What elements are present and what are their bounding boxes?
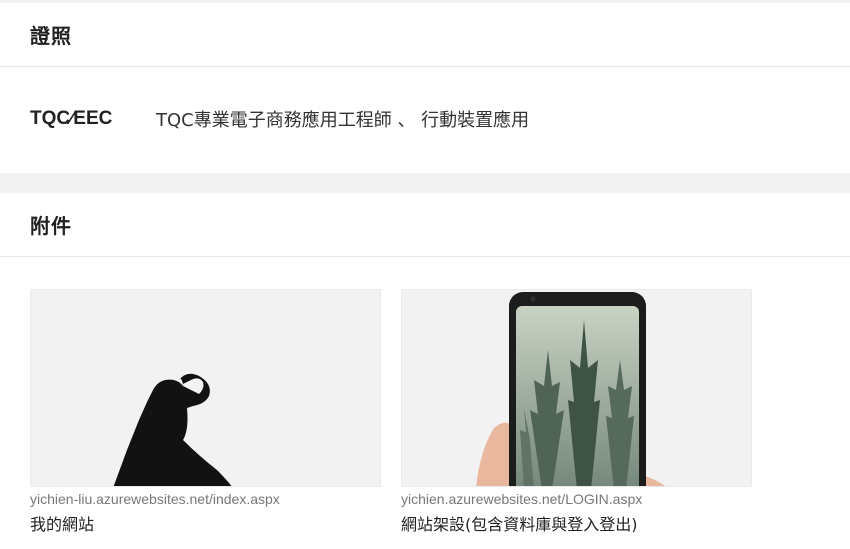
- attachment-url[interactable]: yichien.azurewebsites.net/LOGIN.aspx: [401, 491, 752, 507]
- attachment-list: yichien-liu.azurewebsites.net/index.aspx…: [30, 289, 772, 535]
- certificate-item: TQC∕EEC TQC專業電子商務應用工程師 、 行動裝置應用: [30, 106, 529, 132]
- attachment-title[interactable]: 我的網站: [30, 511, 381, 535]
- silhouette-image: [31, 290, 380, 486]
- attachment-thumbnail-silhouette[interactable]: [30, 289, 381, 487]
- attachments-header: 附件: [0, 193, 850, 257]
- attachment-thumbnail-phone[interactable]: [401, 289, 752, 487]
- certificates-section: 證照 TQC∕EEC TQC專業電子商務應用工程師 、 行動裝置應用: [0, 3, 850, 173]
- attachment-card-website[interactable]: yichien-liu.azurewebsites.net/index.aspx…: [30, 289, 381, 535]
- attachment-url[interactable]: yichien-liu.azurewebsites.net/index.aspx: [30, 491, 381, 507]
- attachment-title[interactable]: 網站架設(包含資料庫與登入登出): [401, 511, 752, 535]
- phone-forest-image: [402, 290, 751, 486]
- certificate-code: TQC∕EEC: [30, 108, 113, 129]
- certificates-title: 證照: [30, 24, 72, 48]
- attachments-title: 附件: [30, 214, 72, 238]
- certificate-description: TQC專業電子商務應用工程師 、 行動裝置應用: [156, 110, 530, 131]
- attachments-section: 附件 yichien-liu.azurewebsites.net/index.a…: [0, 193, 850, 549]
- certificates-header: 證照: [0, 3, 850, 67]
- attachment-card-login[interactable]: yichien.azurewebsites.net/LOGIN.aspx 網站架…: [401, 289, 752, 535]
